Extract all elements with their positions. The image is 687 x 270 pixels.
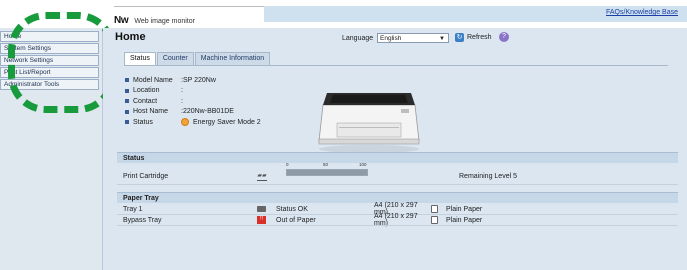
info-label: Contact (133, 97, 158, 105)
sidebar-item-network-settings[interactable]: Network Settings (0, 55, 99, 66)
tray-ok-icon (257, 206, 266, 212)
sidebar: Home System Settings Network Settings Pr… (0, 28, 103, 270)
language-select[interactable]: English ▼ (377, 33, 449, 43)
sidebar-item-administrator-tools[interactable]: Administrator Tools (0, 79, 99, 90)
gauge-tick-label: 0 (286, 162, 289, 167)
gauge-fill (287, 170, 367, 175)
paper-icon (430, 216, 438, 224)
info-value: :220Nw-BB01DE (181, 108, 234, 116)
ink-cartridge-icon: ▰▰ (257, 173, 267, 181)
gauge-tick-label: 100 (359, 162, 367, 167)
refresh-label: Refresh (467, 34, 492, 41)
top-header: Nw Web image monitor FAQs/Knowledge Base (0, 0, 687, 28)
tab-counter[interactable]: Counter (156, 52, 194, 66)
tab-bar: Status Counter Machine Information (124, 52, 271, 66)
bullet-icon (125, 120, 129, 125)
bullet-icon (125, 78, 129, 83)
info-row-model: Model Name :SP 220Nw (125, 75, 261, 86)
info-value: : (181, 97, 183, 105)
row-divider (117, 225, 678, 226)
tab-status[interactable]: Status (124, 52, 156, 66)
status-text: Energy Saver Mode 2 (193, 118, 261, 126)
print-cartridge-label: Print Cartridge (123, 173, 169, 180)
bullet-icon (125, 109, 129, 114)
info-label: Host Name (133, 108, 169, 116)
gauge-track (286, 169, 368, 176)
tray-error-icon: !! (257, 216, 266, 224)
row-divider (117, 184, 678, 185)
language-value: English (380, 35, 402, 42)
sidebar-item-print-list-report[interactable]: Print List/Report (0, 67, 99, 78)
status-section-header: Status (117, 152, 678, 163)
page-title: Home (115, 31, 146, 43)
tray-name: Tray 1 (123, 205, 143, 213)
info-row-status: Status Energy Saver Mode 2 (125, 117, 261, 128)
refresh-button[interactable]: ↻ Refresh (455, 32, 492, 43)
sidebar-nav: Home System Settings Network Settings Pr… (0, 31, 101, 91)
tab-machine-information[interactable]: Machine Information (194, 52, 271, 66)
gauge-tick-label: 50 (323, 162, 329, 167)
info-row-host-name: Host Name :220Nw-BB01DE (125, 107, 261, 118)
language-label: Language (342, 35, 374, 42)
bullet-icon (125, 88, 129, 93)
info-value: : (181, 87, 183, 95)
printer-image (318, 93, 420, 153)
header-bar: FAQs/Knowledge Base (264, 6, 687, 22)
info-label: Model Name (133, 76, 173, 84)
header-rule (114, 6, 264, 7)
energy-saver-icon (181, 118, 189, 127)
faq-link[interactable]: FAQs/Knowledge Base (606, 9, 678, 16)
tab-divider (124, 65, 668, 66)
device-info: Model Name :SP 220Nw Location : Contact … (125, 75, 261, 128)
brand-model: Nw (114, 15, 129, 26)
table-row: Bypass Tray !! Out of Paper A4 (210 x 29… (123, 213, 483, 227)
sidebar-item-system-settings[interactable]: System Settings (0, 43, 99, 54)
tray-paper-type: Plain Paper (446, 216, 483, 224)
info-value: :SP 220Nw (181, 76, 216, 84)
bullet-icon (125, 99, 129, 104)
help-icon[interactable]: ? (499, 32, 509, 42)
brand-subtitle: Web image monitor (134, 18, 195, 25)
cartridge-gauge: 0 50 100 (286, 162, 368, 176)
gauge-scale: 0 50 100 (286, 162, 368, 169)
brand-title: Nw Web image monitor (114, 15, 195, 26)
paper-icon (430, 205, 438, 213)
chevron-down-icon: ▼ (439, 36, 445, 42)
info-label: Location (133, 87, 160, 95)
remaining-level-text: Remaining Level 5 (459, 173, 517, 180)
main-panel: Home Language English ▼ ↻ Refresh ? Stat… (103, 28, 687, 270)
sidebar-item-home[interactable]: Home (0, 31, 99, 42)
info-row-location: Location : (125, 86, 261, 97)
info-label: Status (133, 118, 153, 126)
tray-status: Status OK (276, 205, 308, 213)
tray-name: Bypass Tray (123, 216, 162, 224)
info-value-status: Energy Saver Mode 2 (181, 118, 261, 127)
tray-status: Out of Paper (276, 216, 316, 224)
info-row-contact: Contact : (125, 96, 261, 107)
refresh-icon: ↻ (455, 33, 464, 42)
tray-paper-type: Plain Paper (446, 205, 483, 213)
